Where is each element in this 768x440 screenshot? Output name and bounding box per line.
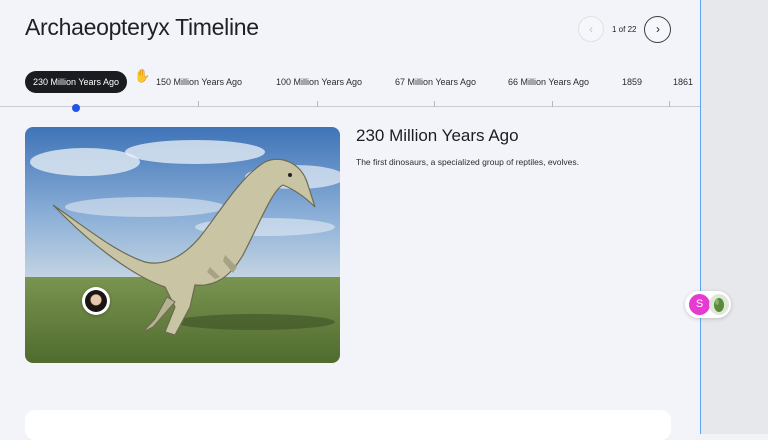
collaborator-avatar-plant xyxy=(709,294,729,315)
timeline-item-66-mya[interactable]: 66 Million Years Ago xyxy=(508,71,589,93)
avatar xyxy=(85,290,107,312)
event-title: 230 Million Years Ago xyxy=(356,126,519,145)
timeline-item-230-mya[interactable]: 230 Million Years Ago xyxy=(25,71,128,93)
prev-button[interactable]: ‹ xyxy=(578,16,604,42)
timeline-tick xyxy=(434,101,435,107)
chevron-right-icon: › xyxy=(655,22,660,36)
next-button[interactable]: › xyxy=(644,15,672,43)
timeline-axis xyxy=(0,106,700,107)
user-avatar-badge[interactable] xyxy=(82,287,110,315)
plant-icon xyxy=(709,294,729,315)
pager: ‹ 1 of 22 › xyxy=(578,15,672,43)
dinosaur-illustration xyxy=(25,127,340,363)
timeline-item-1859[interactable]: 1859 xyxy=(622,71,642,93)
page-title: Archaeopteryx Timeline xyxy=(25,14,259,40)
timeline-tick xyxy=(198,101,199,107)
event-description: The first dinosaurs, a specialized group… xyxy=(356,157,580,167)
right-side-panel xyxy=(700,0,768,434)
timeline-item-1861[interactable]: 1861 xyxy=(673,71,693,93)
timeline-tick xyxy=(669,101,670,107)
timeline-tick xyxy=(317,101,318,107)
timeline-canvas: Archaeopteryx Timeline ‹ 1 of 22 › 230 M… xyxy=(0,0,700,440)
timeline-item-100-mya[interactable]: 100 Million Years Ago xyxy=(276,71,362,93)
collaborator-presence[interactable]: S xyxy=(685,291,731,318)
timeline-tick xyxy=(552,101,553,107)
hero-image xyxy=(25,127,340,363)
timeline-item-67-mya[interactable]: 67 Million Years Ago xyxy=(395,71,476,93)
page-counter: 1 of 22 xyxy=(612,24,637,34)
next-event-card xyxy=(25,410,671,440)
timeline-bar: 230 Million Years Ago 150 Million Years … xyxy=(0,66,700,112)
hand-cursor-icon: ✋ xyxy=(134,68,151,83)
chevron-left-icon: ‹ xyxy=(589,22,593,36)
timeline-position-dot xyxy=(72,104,80,112)
collaborator-avatar-s: S xyxy=(689,294,710,315)
timeline-item-150-mya[interactable]: 150 Million Years Ago xyxy=(156,71,242,93)
